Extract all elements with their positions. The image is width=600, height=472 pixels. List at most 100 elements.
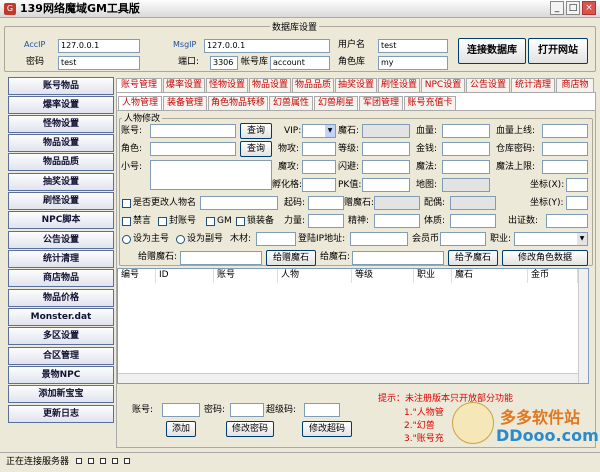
- grid-vertical-scrollbar[interactable]: [578, 269, 588, 383]
- tab-account[interactable]: 账号管理: [116, 78, 162, 93]
- sidebar-item-monster-dat[interactable]: Monster.dat: [8, 308, 114, 326]
- account-input[interactable]: [150, 124, 236, 138]
- start-code-input[interactable]: [308, 196, 344, 210]
- tab-drop-rate[interactable]: 爆率设置: [163, 78, 205, 92]
- role-db-input[interactable]: my: [378, 56, 448, 70]
- minimize-button[interactable]: _: [550, 1, 564, 15]
- spirit-input[interactable]: [374, 214, 420, 228]
- subtab-character[interactable]: 人物管理: [118, 96, 162, 110]
- super-code-input[interactable]: [304, 403, 340, 417]
- grid-header-cell[interactable]: ID: [156, 269, 214, 283]
- subtab-recharge-card[interactable]: 账号充值卡: [404, 96, 456, 110]
- acc-db-input[interactable]: account: [270, 56, 330, 70]
- pk-input[interactable]: [362, 178, 410, 192]
- magic-stone-input[interactable]: [362, 124, 410, 138]
- sidebar-item-drop-rate[interactable]: 爆率设置: [8, 96, 114, 114]
- attack-input[interactable]: [302, 142, 336, 156]
- subtab-pet-attr[interactable]: 幻兽属性: [269, 96, 313, 110]
- sidebar-item-quality[interactable]: 物品品质: [8, 153, 114, 171]
- grid-header-cell[interactable]: 编号: [118, 269, 156, 283]
- new-pass-input[interactable]: [230, 403, 264, 417]
- acc-ip-input[interactable]: 127.0.0.1: [58, 39, 140, 53]
- job-select[interactable]: ▼: [514, 232, 588, 246]
- login-ip-input[interactable]: [350, 232, 408, 246]
- change-password-button[interactable]: 修改密码: [226, 421, 274, 437]
- give-magic-input[interactable]: [352, 251, 444, 265]
- tab-monster[interactable]: 怪物设置: [206, 78, 248, 92]
- sidebar-item-stats[interactable]: 统计清理: [8, 250, 114, 268]
- query-role-button[interactable]: 查询: [240, 141, 272, 157]
- modify-role-button[interactable]: 修改角色数据: [502, 250, 588, 266]
- stamina-input[interactable]: [450, 214, 496, 228]
- user-input[interactable]: test: [378, 39, 448, 53]
- msg-ip-input[interactable]: 127.0.0.1: [204, 39, 330, 53]
- tab-npc[interactable]: NPC设置: [421, 78, 465, 92]
- mana-max-input[interactable]: [542, 160, 588, 174]
- level-input[interactable]: [362, 142, 410, 156]
- sidebar-item-merge-zone[interactable]: 合区管理: [8, 347, 114, 365]
- tab-quality[interactable]: 物品品质: [292, 78, 334, 92]
- sidebar-item-announcement[interactable]: 公告设置: [8, 231, 114, 249]
- tab-items[interactable]: 物品设置: [249, 78, 291, 92]
- rename-checkbox[interactable]: [122, 199, 131, 208]
- cert-input[interactable]: [546, 214, 588, 228]
- give-gift-stone-button[interactable]: 给赠魔石: [266, 250, 316, 266]
- sidebar-item-npc-script[interactable]: NPC脚本: [8, 211, 114, 229]
- magic-attack-input[interactable]: [302, 160, 336, 174]
- sidebar-item-add-pet[interactable]: 添加新宝宝: [8, 385, 114, 403]
- dodge-input[interactable]: [362, 160, 410, 174]
- hatch-input[interactable]: [302, 178, 336, 192]
- port-input[interactable]: 3306: [210, 56, 238, 70]
- set-sub-radio[interactable]: [176, 235, 185, 244]
- rename-input[interactable]: [200, 196, 278, 210]
- vip-select[interactable]: ▼: [302, 124, 336, 138]
- give-magic-stone-button[interactable]: 给予魔石: [448, 250, 498, 266]
- grid-header-cell[interactable]: 魔石: [452, 269, 528, 283]
- sidebar-item-items[interactable]: 物品设置: [8, 134, 114, 152]
- sidebar-item-update-log[interactable]: 更新日志: [8, 405, 114, 423]
- tab-spawn[interactable]: 刷怪设置: [378, 78, 420, 92]
- sidebar-item-account-items[interactable]: 账号物品: [8, 77, 114, 95]
- mana-input[interactable]: [442, 160, 490, 174]
- grid-horizontal-scrollbar[interactable]: [118, 373, 578, 383]
- open-site-button[interactable]: 打开网站: [528, 38, 588, 64]
- new-account-input[interactable]: [162, 403, 200, 417]
- change-supercode-button[interactable]: 修改超码: [302, 421, 352, 437]
- gift-stone-input[interactable]: [374, 196, 420, 210]
- hp-max-input[interactable]: [542, 124, 588, 138]
- role-input[interactable]: [150, 142, 236, 156]
- hp-input[interactable]: [442, 124, 490, 138]
- ban-chat-checkbox[interactable]: [122, 217, 131, 226]
- grid-header-cell[interactable]: 金币: [528, 269, 578, 283]
- sidebar-item-scene-npc[interactable]: 景物NPC: [8, 366, 114, 384]
- subtab-pet-star[interactable]: 幻兽刷星: [314, 96, 358, 110]
- member-coin-input[interactable]: [440, 232, 486, 246]
- sidebar-item-price[interactable]: 物品价格: [8, 289, 114, 307]
- sidebar-item-shop[interactable]: 商店物品: [8, 269, 114, 287]
- grid-header-cell[interactable]: 职业: [414, 269, 452, 283]
- query-account-button[interactable]: 查询: [240, 123, 272, 139]
- sidebar-item-spawn[interactable]: 刷怪设置: [8, 192, 114, 210]
- subtab-legion[interactable]: 军团管理: [359, 96, 403, 110]
- tab-stats[interactable]: 统计清理: [511, 78, 555, 92]
- tab-lottery[interactable]: 抽奖设置: [335, 78, 377, 92]
- coord-y-input[interactable]: [566, 196, 588, 210]
- pass-input[interactable]: test: [58, 56, 140, 70]
- strength-input[interactable]: [308, 214, 344, 228]
- subtab-equipment[interactable]: 装备管理: [163, 96, 207, 110]
- subtab-item-transfer[interactable]: 角色物品转移: [208, 96, 268, 110]
- grid-header-cell[interactable]: 账号: [214, 269, 278, 283]
- gm-checkbox[interactable]: [206, 217, 215, 226]
- map-input[interactable]: [442, 178, 490, 192]
- connect-db-button[interactable]: 连接数据库: [458, 38, 526, 64]
- close-button[interactable]: ×: [582, 1, 596, 15]
- ban-account-checkbox[interactable]: [158, 217, 167, 226]
- grid-header-cell[interactable]: 等级: [352, 269, 414, 283]
- nickname-textarea[interactable]: [150, 160, 272, 190]
- data-grid[interactable]: 编号 ID 账号 人物 等级 职业 魔石 金币: [117, 268, 589, 384]
- set-main-radio[interactable]: [122, 235, 131, 244]
- tab-announcement[interactable]: 公告设置: [466, 78, 510, 92]
- lock-equip-checkbox[interactable]: [236, 217, 245, 226]
- sidebar-item-multi-zone[interactable]: 多区设置: [8, 327, 114, 345]
- grid-header-cell[interactable]: 人物: [278, 269, 352, 283]
